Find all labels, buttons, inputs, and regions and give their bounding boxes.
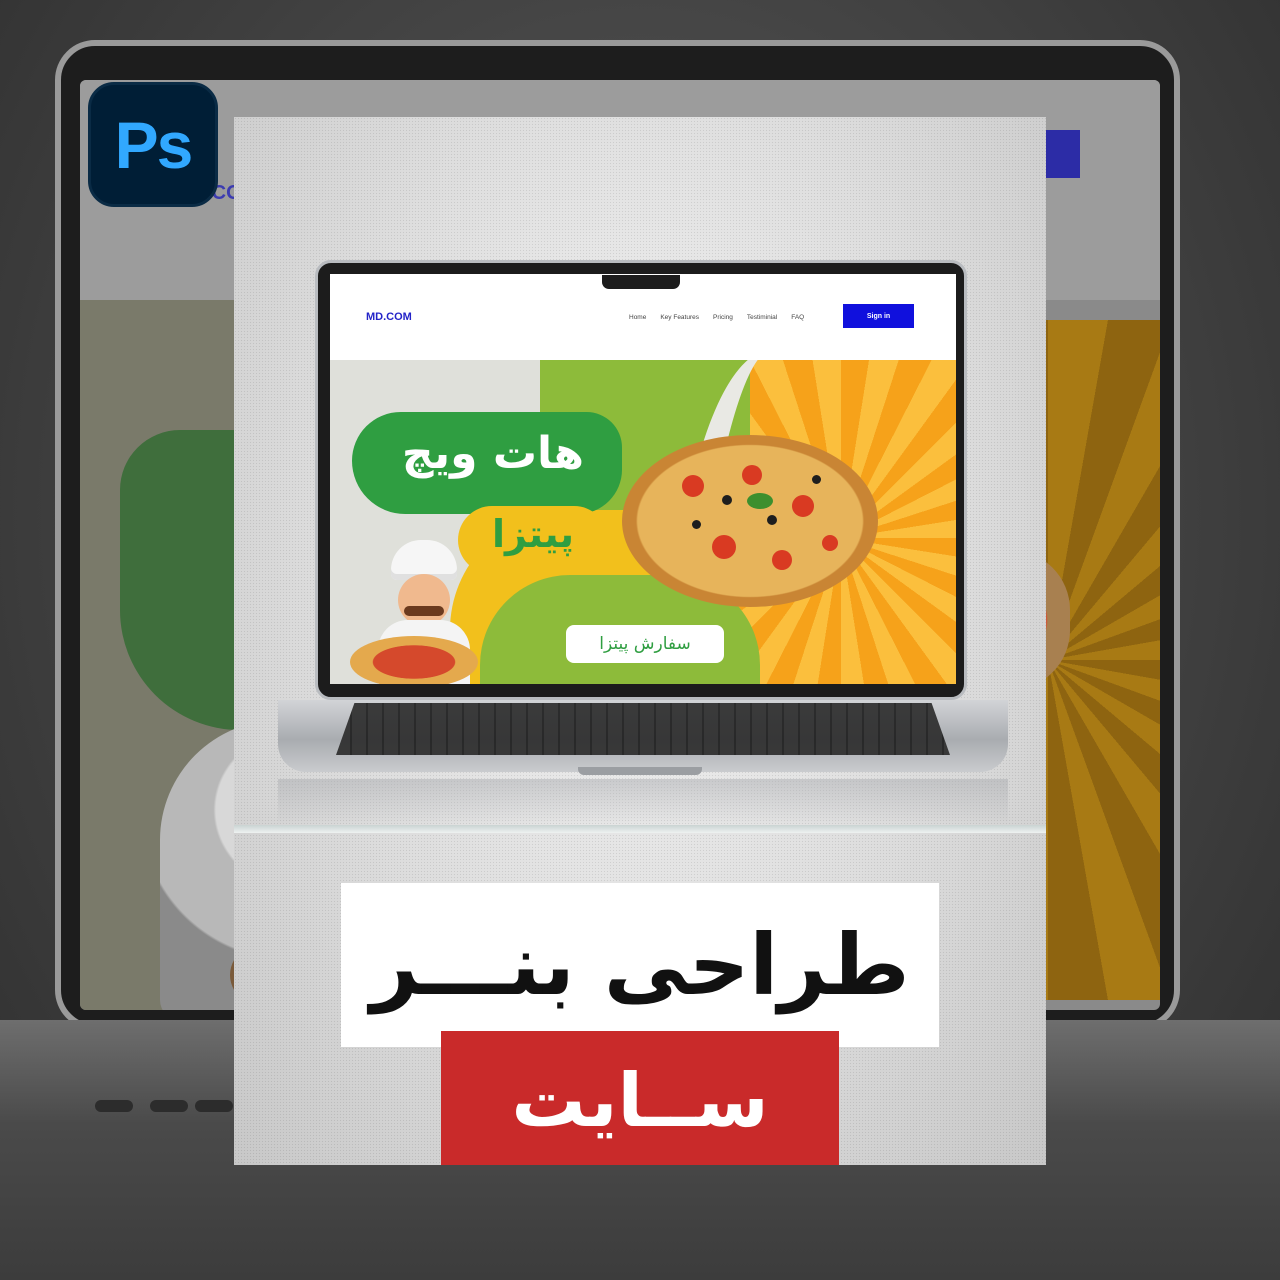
- olive-topping: [812, 475, 821, 484]
- tomato-topping: [742, 465, 762, 485]
- headline-subtitle: ســایت: [511, 1058, 769, 1144]
- laptop-notch: [602, 275, 680, 289]
- glass-shelf: [234, 825, 1046, 833]
- promo-card: MD.COM Home Key Features Pricing Testimi…: [234, 117, 1046, 1165]
- olive-topping: [692, 520, 701, 529]
- pizza-image: [622, 435, 878, 607]
- laptop-screen: MD.COM Home Key Features Pricing Testimi…: [330, 274, 956, 684]
- tomato-topping: [712, 535, 736, 559]
- tomato-topping: [682, 475, 704, 497]
- signin-button[interactable]: Sign in: [843, 304, 914, 328]
- tomato-topping: [792, 495, 814, 517]
- banner-subtitle: پیتزا: [492, 512, 574, 556]
- port-icon: [95, 1100, 133, 1112]
- port-icon: [195, 1100, 233, 1112]
- chef-mustache: [404, 606, 444, 616]
- tomato-topping: [772, 550, 792, 570]
- site-logo[interactable]: MD.COM: [366, 311, 412, 323]
- nav-item-home[interactable]: Home: [629, 314, 646, 321]
- nav-item-faq[interactable]: FAQ: [791, 314, 804, 321]
- nav-item-pricing[interactable]: Pricing: [713, 314, 733, 321]
- headline-box: طراحی بنـــر: [341, 883, 939, 1047]
- chef-face: [398, 574, 450, 626]
- photoshop-icon: Ps: [88, 82, 218, 207]
- pizza-banner: هات ویچ پیتزا سفارش پیتزا: [330, 360, 956, 684]
- photoshop-icon-label: Ps: [114, 107, 194, 182]
- headline-title: طراحی بنـــر: [370, 916, 910, 1014]
- tomato-topping: [822, 535, 838, 551]
- basil-topping: [747, 493, 773, 509]
- nav-item-testimonial[interactable]: Testiminial: [747, 314, 777, 321]
- port-icon: [150, 1100, 188, 1112]
- olive-topping: [767, 515, 777, 525]
- olive-topping: [722, 495, 732, 505]
- site-nav-menu: Home Key Features Pricing Testiminial FA…: [629, 314, 804, 321]
- banner-title: هات ویچ: [401, 428, 585, 479]
- headline-subtitle-box: ســایت: [441, 1031, 839, 1165]
- nav-item-key-features[interactable]: Key Features: [660, 314, 699, 321]
- laptop-keyboard: [336, 703, 950, 755]
- laptop-front-notch: [578, 767, 702, 775]
- laptop-reflection: [278, 779, 1008, 825]
- order-pizza-button[interactable]: سفارش پیتزا: [566, 625, 724, 663]
- chef-pizza: [350, 636, 478, 684]
